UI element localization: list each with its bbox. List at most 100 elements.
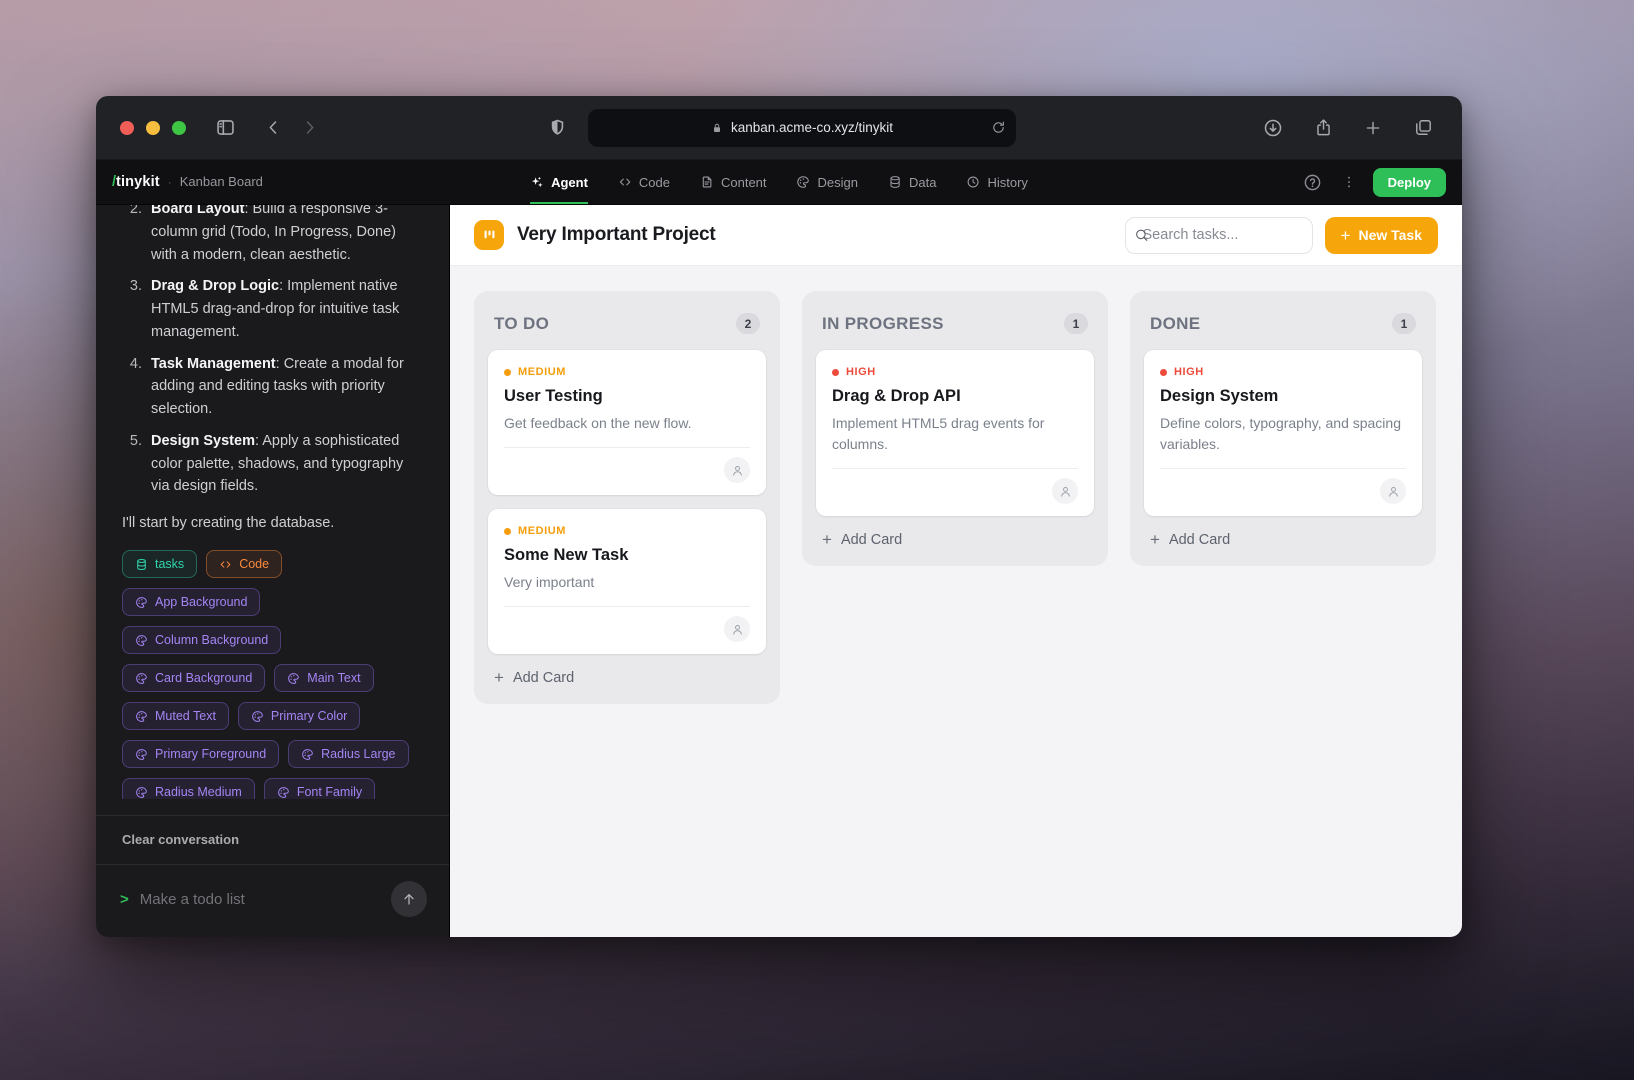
column-title: TO DO <box>494 314 549 334</box>
search-box <box>1125 217 1313 254</box>
add-card-button[interactable]: + Add Card <box>488 654 580 688</box>
palette-icon <box>797 175 811 189</box>
kanban-app-icon <box>474 220 504 250</box>
agent-message: I'll start by creating the database. <box>122 515 423 531</box>
breadcrumb-separator: · <box>168 175 172 189</box>
priority-label: HIGH <box>846 366 876 378</box>
database-icon <box>888 175 902 189</box>
sparkles-icon <box>530 175 544 189</box>
new-tab-icon[interactable] <box>1358 113 1388 143</box>
clear-conversation-row: Clear conversation <box>96 815 449 864</box>
tab-design[interactable]: Design <box>797 160 858 204</box>
tab-content[interactable]: Content <box>700 160 767 204</box>
chip-tasks[interactable]: tasks <box>122 550 197 578</box>
search-icon <box>1134 228 1149 243</box>
list-item: 2. Board Layout: Build a responsive 3-co… <box>122 205 423 266</box>
privacy-shield-icon[interactable] <box>542 113 572 143</box>
help-icon[interactable] <box>1301 170 1325 194</box>
plus-icon: + <box>822 531 832 548</box>
palette-icon <box>135 748 148 761</box>
conversation-panel[interactable]: 2. Board Layout: Build a responsive 3-co… <box>96 205 449 799</box>
agent-sidebar: 2. Board Layout: Build a responsive 3-co… <box>96 205 450 937</box>
column-title: IN PROGRESS <box>822 314 944 334</box>
column-done: DONE 1 HIGH Design System Define colors,… <box>1130 291 1436 566</box>
sidebar-toggle-icon[interactable] <box>210 113 240 143</box>
project-name: Kanban Board <box>180 174 263 189</box>
task-card[interactable]: HIGH Drag & Drop API Implement HTML5 dra… <box>816 350 1094 516</box>
chip-muted-text[interactable]: Muted Text <box>122 702 229 730</box>
chip-radius-medium[interactable]: Radius Medium <box>122 778 255 799</box>
priority-dot <box>832 369 839 376</box>
card-title: Drag & Drop API <box>832 387 1078 406</box>
card-title: Some New Task <box>504 546 750 565</box>
code-icon <box>618 175 632 189</box>
back-button[interactable] <box>258 113 288 143</box>
forward-button[interactable] <box>294 113 324 143</box>
chip-code[interactable]: Code <box>206 550 282 578</box>
chip-column-background[interactable]: Column Background <box>122 626 281 654</box>
chip-main-text[interactable]: Main Text <box>274 664 373 692</box>
add-card-button[interactable]: + Add Card <box>816 516 908 550</box>
assignee-avatar[interactable] <box>1380 478 1406 504</box>
deploy-button[interactable]: Deploy <box>1373 168 1446 197</box>
card-title: Design System <box>1160 387 1406 406</box>
prompt-caret: > <box>120 891 129 908</box>
browser-window: kanban.acme-co.xyz/tinykit /tinykit · Ka… <box>96 96 1462 937</box>
task-card[interactable]: HIGH Design System Define colors, typogr… <box>1144 350 1422 516</box>
zoom-window-button[interactable] <box>172 121 186 135</box>
palette-icon <box>301 748 314 761</box>
plus-icon: + <box>1150 531 1160 548</box>
person-icon <box>731 464 744 477</box>
palette-icon <box>135 596 148 609</box>
card-description: Define colors, typography, and spacing v… <box>1160 413 1406 455</box>
palette-icon <box>135 710 148 723</box>
person-icon <box>731 623 744 636</box>
assignee-avatar[interactable] <box>724 457 750 483</box>
clear-conversation-button[interactable]: Clear conversation <box>122 832 239 847</box>
chip-app-background[interactable]: App Background <box>122 588 260 616</box>
tab-history[interactable]: History <box>966 160 1027 204</box>
artifact-chips: tasks Code App Background Column Backgro… <box>122 550 423 799</box>
plus-icon: + <box>494 669 504 686</box>
downloads-icon[interactable] <box>1258 113 1288 143</box>
search-input[interactable] <box>1125 217 1313 254</box>
arrow-up-icon <box>401 891 417 907</box>
chip-font-family[interactable]: Font Family <box>264 778 375 799</box>
chip-primary-foreground[interactable]: Primary Foreground <box>122 740 279 768</box>
chip-primary-color[interactable]: Primary Color <box>238 702 360 730</box>
assignee-avatar[interactable] <box>1052 478 1078 504</box>
address-bar[interactable]: kanban.acme-co.xyz/tinykit <box>588 109 1016 147</box>
assignee-avatar[interactable] <box>724 616 750 642</box>
tab-data[interactable]: Data <box>888 160 936 204</box>
list-item: 5. Design System: Apply a sophisticated … <box>122 430 423 498</box>
tab-code[interactable]: Code <box>618 160 670 204</box>
close-window-button[interactable] <box>120 121 134 135</box>
add-card-button[interactable]: + Add Card <box>1144 516 1236 550</box>
card-description: Get feedback on the new flow. <box>504 413 750 434</box>
app-tabs: Agent Code Content Design Data History <box>530 160 1028 204</box>
prompt-input[interactable] <box>140 891 380 908</box>
palette-icon <box>135 786 148 799</box>
chip-radius-large[interactable]: Radius Large <box>288 740 408 768</box>
url-text: kanban.acme-co.xyz/tinykit <box>731 120 893 135</box>
minimize-window-button[interactable] <box>146 121 160 135</box>
share-icon[interactable] <box>1308 113 1338 143</box>
kanban-board: TO DO 2 MEDIUM User Testing Get feedback… <box>450 266 1462 937</box>
send-button[interactable] <box>391 881 427 917</box>
card-description: Implement HTML5 drag events for columns. <box>832 413 1062 455</box>
new-task-button[interactable]: + New Task <box>1325 217 1438 254</box>
chip-card-background[interactable]: Card Background <box>122 664 265 692</box>
tab-overview-icon[interactable] <box>1408 113 1438 143</box>
palette-icon <box>287 672 300 685</box>
column-title: DONE <box>1150 314 1200 334</box>
task-card[interactable]: MEDIUM User Testing Get feedback on the … <box>488 350 766 495</box>
task-card[interactable]: MEDIUM Some New Task Very important <box>488 509 766 654</box>
tab-agent[interactable]: Agent <box>530 160 588 204</box>
lock-icon <box>711 122 723 134</box>
refresh-icon[interactable] <box>991 120 1006 135</box>
plus-icon: + <box>1341 227 1351 244</box>
card-title: User Testing <box>504 387 750 406</box>
browser-toolbar: kanban.acme-co.xyz/tinykit <box>96 96 1462 160</box>
board-title: Very Important Project <box>517 224 716 246</box>
more-options-icon[interactable] <box>1341 174 1357 190</box>
